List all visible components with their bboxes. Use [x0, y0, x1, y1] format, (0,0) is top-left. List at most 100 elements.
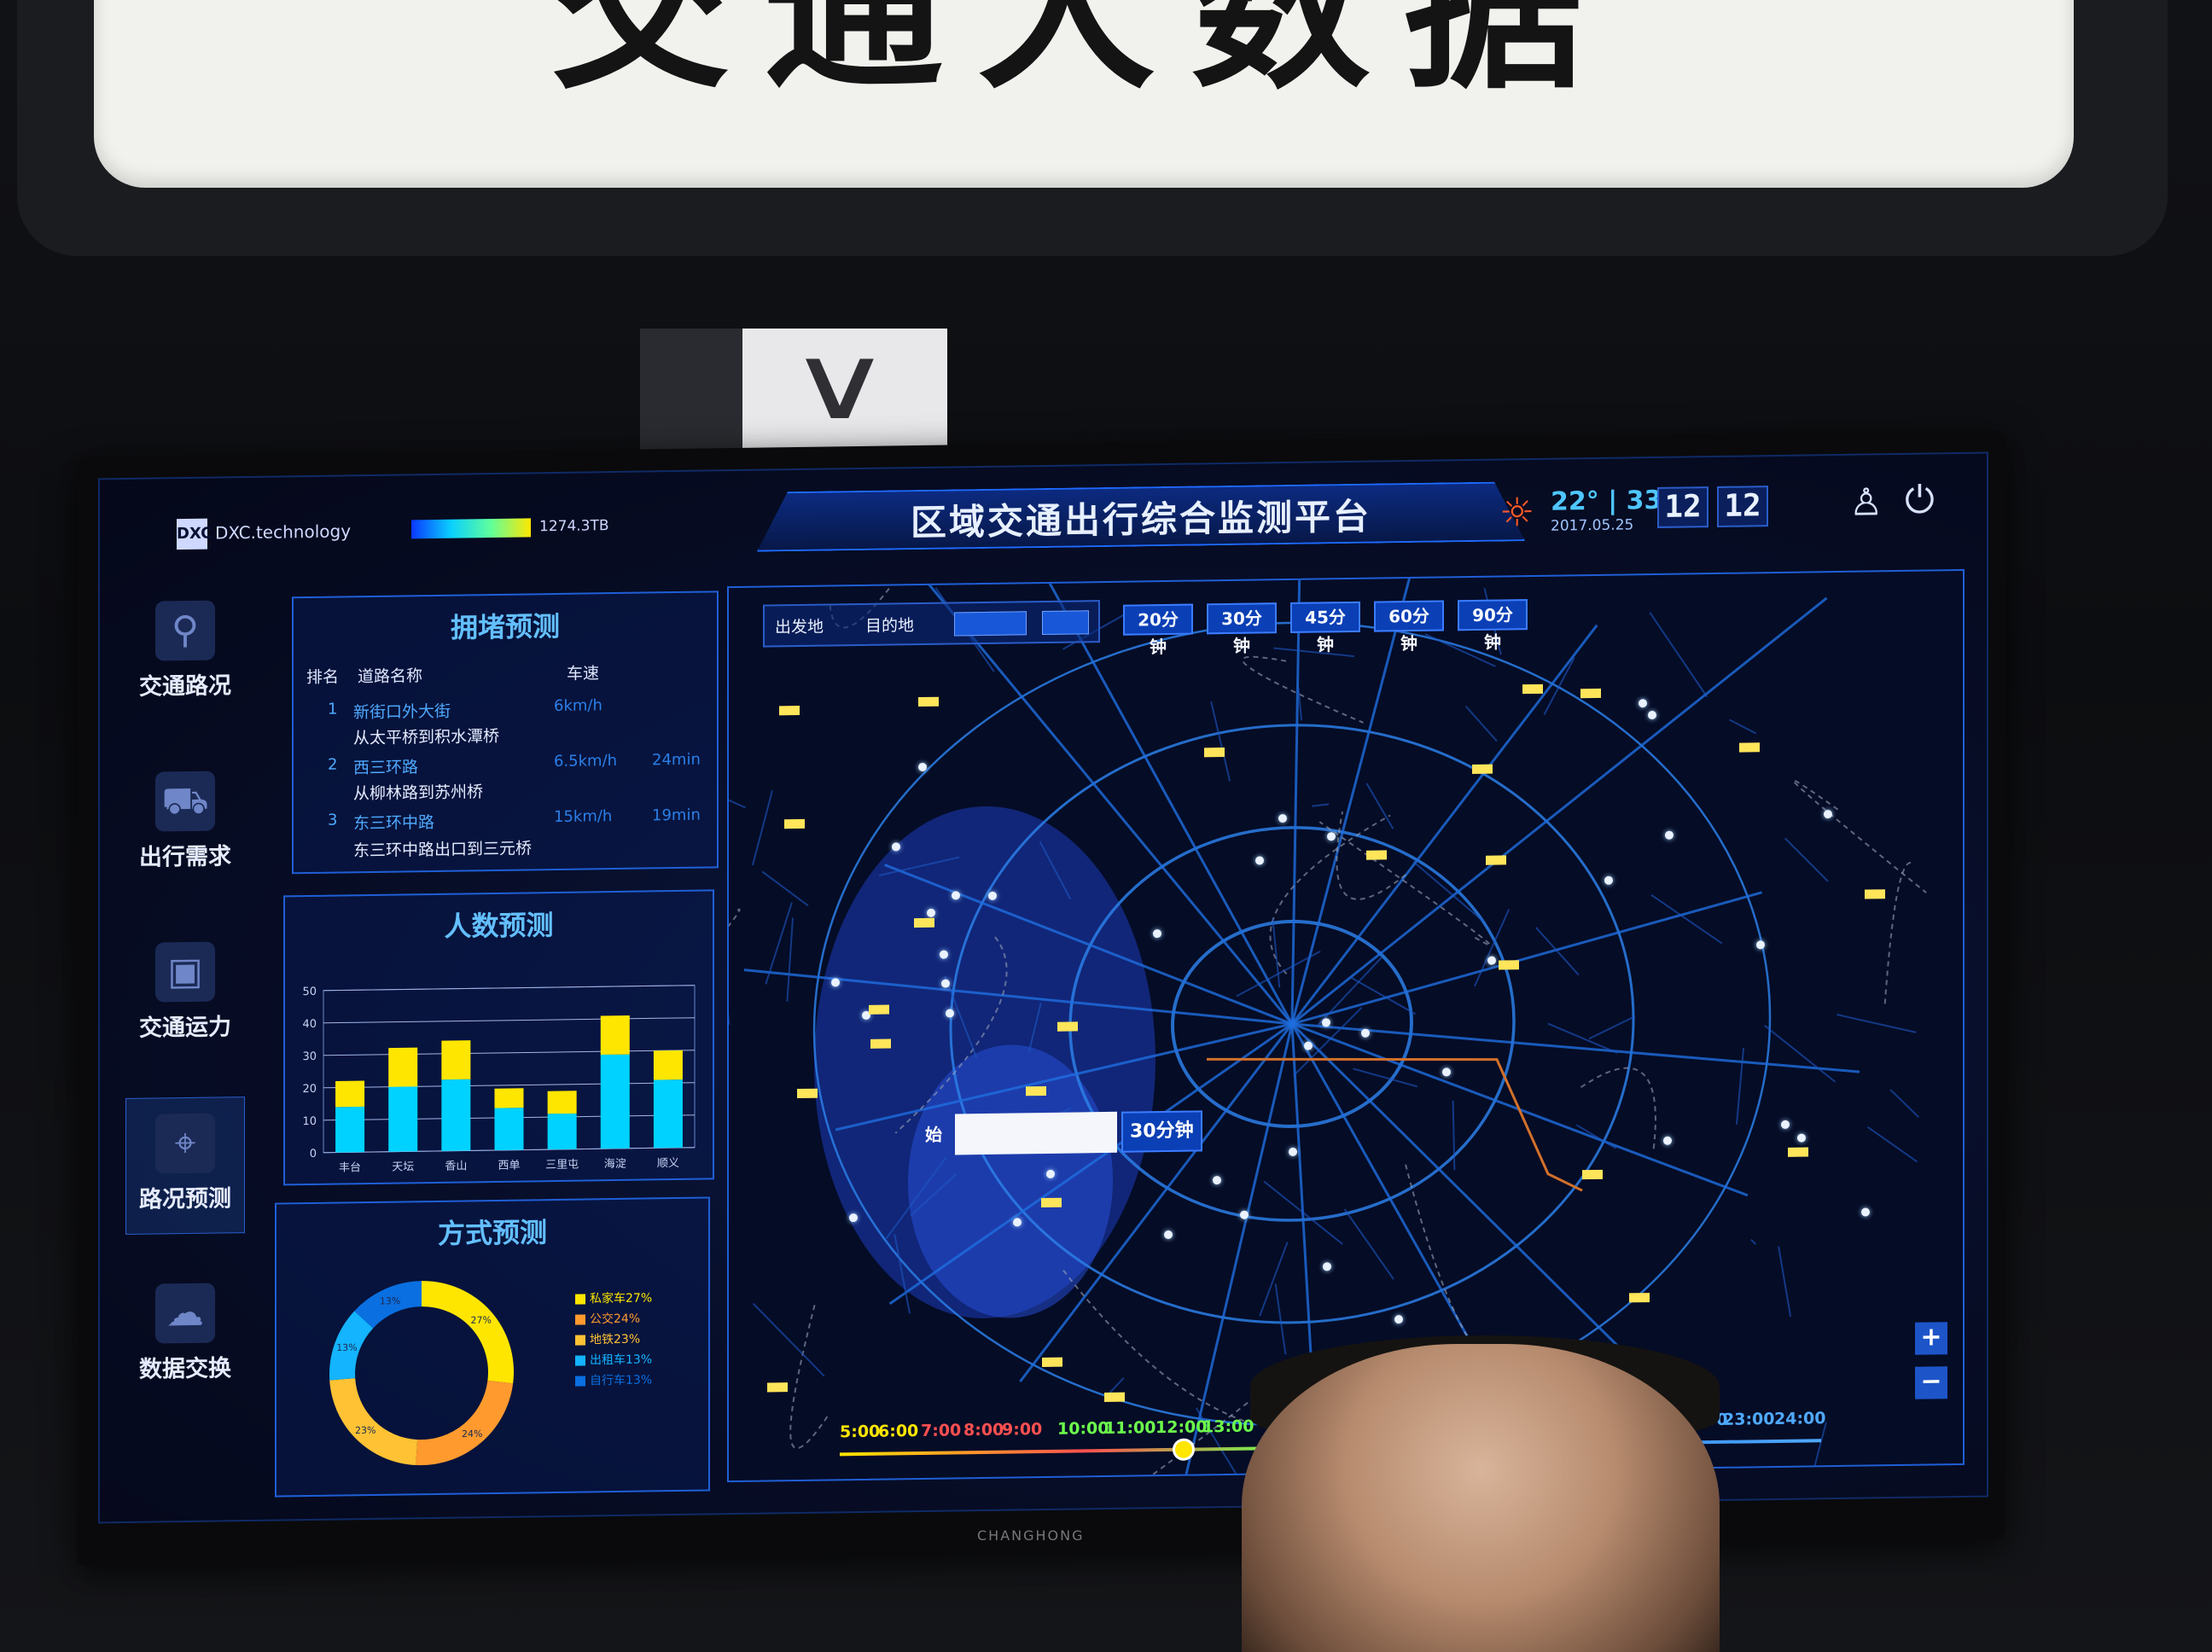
y-tick-label: 10 — [302, 1115, 317, 1128]
minor-road — [1778, 1246, 1792, 1318]
bar-segment-1 — [653, 1079, 683, 1149]
timeline-tick[interactable]: 7:00 — [921, 1421, 961, 1440]
poi-marker[interactable] — [891, 841, 900, 852]
poi-marker[interactable] — [848, 1213, 858, 1222]
poi-marker[interactable] — [987, 891, 997, 900]
table-row-duration: 19min — [652, 806, 701, 825]
zoom-in-button[interactable]: + — [1915, 1322, 1947, 1355]
bar-segment-1 — [494, 1108, 524, 1150]
generate-button[interactable] — [1042, 610, 1089, 636]
rail-line — [789, 1304, 829, 1450]
road-label-tag — [917, 696, 939, 707]
table-row-rank: 3 — [328, 811, 338, 829]
sidebar-item-label: 数据交换 — [139, 1355, 231, 1383]
minor-road — [1343, 1208, 1394, 1280]
road-label-tag — [1485, 855, 1506, 865]
radial-road — [1291, 1022, 1860, 1073]
time-button[interactable]: 45分钟 — [1290, 601, 1360, 655]
poi-marker[interactable] — [1152, 928, 1161, 938]
poi-marker[interactable] — [1045, 1169, 1055, 1178]
area-select[interactable] — [954, 611, 1027, 637]
timeline-tick[interactable]: 23:00 — [1723, 1410, 1774, 1429]
poi-marker[interactable] — [1254, 856, 1264, 865]
time-button[interactable]: 20分钟 — [1123, 603, 1193, 657]
legend-swatch — [575, 1355, 585, 1366]
sidebar-item-2[interactable]: ⛟ 出行需求 — [125, 755, 245, 893]
sign-lightbox: 交通大数据 — [94, 0, 2074, 188]
sidebar-item-3[interactable]: ▣ 交通运力 — [125, 926, 245, 1064]
dashboard-screen: DXC DXC.technology 1274.3TB 区域交通出行综合监测平台… — [98, 451, 1988, 1524]
table-row-road[interactable]: 东三环中路 — [353, 810, 434, 834]
poi-marker[interactable] — [1824, 809, 1833, 818]
poi-marker[interactable] — [1756, 939, 1766, 949]
poi-marker[interactable] — [1487, 956, 1497, 965]
timeline-tick[interactable]: 10:00 — [1057, 1419, 1109, 1439]
x-tick-label: 西单 — [498, 1160, 520, 1172]
storage-colorbar — [411, 518, 531, 539]
timeline-tick[interactable]: 8:00 — [963, 1421, 1004, 1440]
zoom-out-button[interactable]: − — [1915, 1366, 1947, 1399]
sidebar-item-4[interactable]: ⌖ 路况预测 — [125, 1096, 245, 1236]
y-tick-label: 20 — [302, 1083, 317, 1096]
legend-item: 出租车13% — [575, 1350, 652, 1368]
x-tick-label: 三里屯 — [545, 1159, 579, 1172]
table-row-road[interactable]: 新街口外大街 — [353, 699, 451, 724]
poi-marker[interactable] — [1322, 1017, 1331, 1027]
logo-mark: DXC — [177, 518, 212, 550]
sidebar-item-1[interactable]: ⚲ 交通路况 — [125, 585, 245, 723]
road-label-tag — [913, 917, 934, 928]
legend-label: 私家车27% — [590, 1291, 653, 1306]
background-banner-dark — [640, 329, 742, 457]
poi-marker[interactable] — [1212, 1175, 1221, 1184]
time-button[interactable]: 30分钟 — [1207, 602, 1277, 656]
location-popup[interactable] — [955, 1111, 1117, 1155]
poi-marker[interactable] — [1664, 830, 1674, 840]
timeline-tick[interactable]: 9:00 — [1002, 1420, 1042, 1440]
poi-marker[interactable] — [941, 979, 951, 988]
bar-segment-1 — [335, 1106, 365, 1153]
pie-slice — [329, 1378, 418, 1466]
timeline-tick[interactable]: 5:00 — [840, 1422, 880, 1442]
sidebar-item-5[interactable]: ☁ 数据交换 — [125, 1267, 245, 1405]
poi-marker[interactable] — [926, 908, 935, 918]
poi-marker[interactable] — [1648, 710, 1657, 719]
power-icon[interactable]: ⏻ — [1905, 478, 1935, 521]
poi-marker[interactable] — [1360, 1028, 1370, 1038]
bar-segment-1 — [388, 1086, 418, 1152]
road-label-tag — [767, 1382, 789, 1393]
origin-radio[interactable]: 出发地 — [775, 614, 824, 638]
rail-line — [1318, 821, 1492, 946]
road-label-tag — [1041, 1197, 1062, 1207]
minor-road — [1365, 782, 1394, 829]
timeline-tick[interactable]: 24:00 — [1774, 1409, 1825, 1428]
table-row-road[interactable]: 西三环路 — [353, 754, 418, 778]
poi-marker[interactable] — [1303, 1041, 1313, 1050]
poi-marker[interactable] — [1012, 1218, 1022, 1227]
road-label-tag — [1026, 1086, 1047, 1096]
pie-slice — [416, 1380, 514, 1466]
sidebar-item-label: 路况预测 — [139, 1185, 231, 1213]
timeline-tick[interactable]: 6:00 — [878, 1422, 918, 1441]
x-tick-label: 丰台 — [339, 1161, 361, 1174]
bar-segment-2 — [653, 1050, 683, 1080]
road-label-tag — [869, 1004, 890, 1015]
poi-marker[interactable] — [1322, 1262, 1331, 1271]
timeline-tick[interactable]: 13:00 — [1202, 1417, 1254, 1437]
presenter-head — [1242, 1344, 1720, 1652]
timeline-tick[interactable]: 12:00 — [1155, 1417, 1207, 1437]
bar-segment-2 — [547, 1091, 577, 1114]
poi-marker[interactable] — [1289, 1147, 1298, 1156]
road-label-tag — [1522, 684, 1544, 695]
popup-time-badge[interactable]: 30分钟 — [1121, 1110, 1202, 1153]
bar-segment-1 — [600, 1054, 630, 1149]
time-button[interactable]: 60分钟 — [1374, 600, 1444, 654]
time-button[interactable]: 90分钟 — [1458, 599, 1528, 653]
timeline-tick[interactable]: 11:00 — [1104, 1418, 1155, 1438]
user-icon[interactable]: ♙ — [1849, 480, 1883, 525]
cloud-icon: ☁ — [155, 1283, 215, 1344]
minor-road — [1866, 1126, 1918, 1163]
poi-marker[interactable] — [951, 891, 960, 900]
poi-marker[interactable] — [945, 1009, 954, 1018]
legend-item: 自行车13% — [575, 1370, 652, 1388]
destination-radio[interactable]: 目的地 — [865, 613, 914, 637]
